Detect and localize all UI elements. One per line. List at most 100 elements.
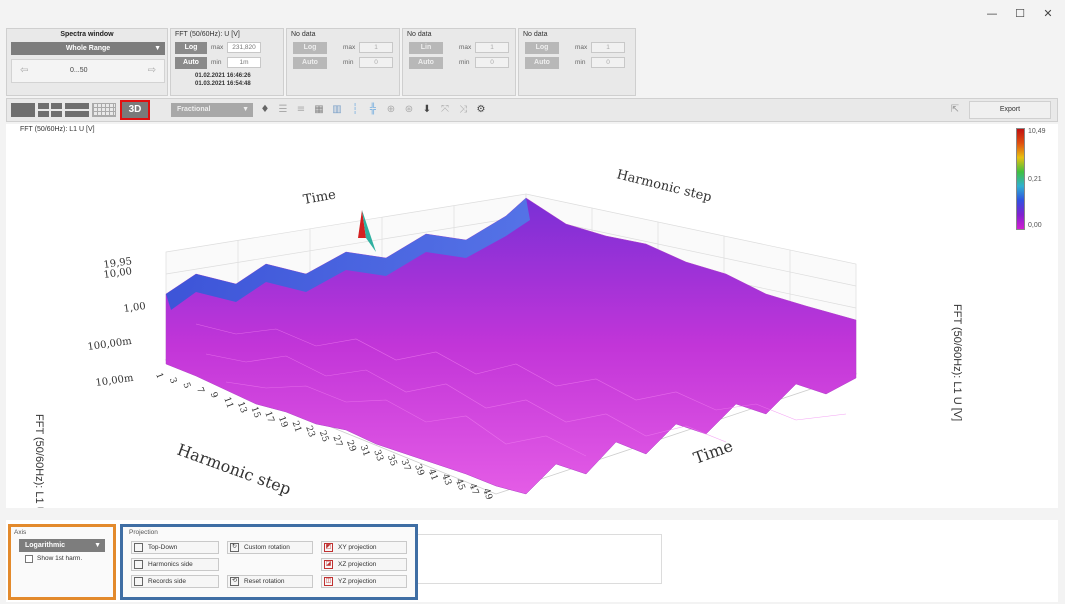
min-field[interactable]: 0 bbox=[475, 57, 509, 68]
log-button[interactable]: Log bbox=[525, 42, 559, 54]
fft-min-label: min bbox=[211, 59, 222, 66]
layout-grid-icon[interactable] bbox=[92, 103, 116, 117]
export-button[interactable]: Export bbox=[969, 101, 1051, 119]
fft-max-label: max bbox=[211, 44, 224, 51]
max-label: max bbox=[459, 44, 472, 51]
x-tick-label: 13 bbox=[235, 401, 248, 415]
x-tick-label: 21 bbox=[290, 420, 303, 434]
surface-plot-3d[interactable]: Time Harmonic step Harmonic step Time FF… bbox=[6, 124, 1058, 508]
z-tick-label: 10,00m bbox=[95, 373, 135, 389]
yz-projection-button[interactable]: ◫ YZ projection bbox=[321, 575, 407, 588]
reset-icon: ⟲ bbox=[230, 577, 239, 586]
x-tick-label: 45 bbox=[453, 478, 466, 492]
fft-log-button[interactable]: Log bbox=[175, 42, 207, 54]
list-icon[interactable]: ☰ bbox=[277, 104, 289, 116]
xz-projection-label: XZ projection bbox=[338, 561, 377, 568]
pin-icon[interactable]: ♦ bbox=[259, 104, 271, 116]
harmonics-side-icon bbox=[134, 560, 143, 569]
layout-single-icon[interactable] bbox=[11, 103, 35, 117]
harmonics-side-button[interactable]: Harmonics side bbox=[131, 558, 219, 571]
x-tick-label: 15 bbox=[249, 405, 262, 419]
table-icon[interactable]: ▦ bbox=[313, 104, 325, 116]
x-tick-label: 5 bbox=[180, 381, 191, 390]
fft-min-field[interactable]: 1m bbox=[227, 57, 261, 68]
dual-cursor-icon[interactable]: ╬ bbox=[367, 104, 379, 116]
auto-button[interactable]: Auto bbox=[293, 57, 327, 69]
layout-split-icon[interactable] bbox=[65, 103, 89, 117]
marker-2-icon[interactable]: ⊛ bbox=[403, 104, 415, 116]
bottom-panel: Axis Logarithmic ▼ Show 1st harm. Projec… bbox=[6, 520, 1058, 602]
export-icon[interactable]: ⇱ bbox=[949, 104, 961, 116]
gear-icon[interactable]: ⚙ bbox=[475, 104, 487, 116]
zoom-in-icon[interactable]: ⤧ bbox=[439, 104, 451, 116]
marker-icon[interactable]: ⊕ bbox=[385, 104, 397, 116]
range-select[interactable]: Whole Range ▼ bbox=[11, 42, 165, 55]
min-label: min bbox=[575, 59, 586, 66]
records-side-icon bbox=[134, 577, 143, 586]
xz-projection-button[interactable]: ◪ XZ projection bbox=[321, 558, 407, 571]
lines-icon[interactable]: ≡ bbox=[295, 104, 307, 116]
axis-panel: Axis Logarithmic ▼ Show 1st harm. bbox=[8, 524, 116, 600]
axis-title-time-back: Time bbox=[302, 187, 337, 208]
view-select[interactable]: Fractional ▼ bbox=[171, 103, 253, 117]
harmonics-side-label: Harmonics side bbox=[148, 561, 193, 568]
yz-projection-icon: ◫ bbox=[324, 577, 333, 586]
max-field[interactable]: 1 bbox=[591, 42, 625, 53]
x-tick-label: 23 bbox=[303, 425, 316, 439]
arrow-down-icon[interactable]: ⬇ bbox=[421, 104, 433, 116]
no-data-title: No data bbox=[291, 31, 316, 38]
x-tick-label: 39 bbox=[412, 463, 425, 477]
max-field[interactable]: 1 bbox=[359, 42, 393, 53]
reset-rotation-button[interactable]: ⟲ Reset rotation bbox=[227, 575, 313, 588]
x-tick-label: 49 bbox=[480, 487, 493, 501]
auto-button[interactable]: Auto bbox=[409, 57, 443, 69]
chart-area: FFT (50/60Hz): L1 U [V] 10,49 0,21 0,00 bbox=[6, 124, 1058, 508]
no-data-panel-2: No data Lin max 1 Auto min 0 bbox=[402, 28, 516, 96]
min-field[interactable]: 0 bbox=[359, 57, 393, 68]
max-field[interactable]: 1 bbox=[475, 42, 509, 53]
chart-toolbar: 3D Fractional ▼ ♦ ☰ ≡ ▦ ▥ ┆ ╬ ⊕ ⊛ ⬇ ⤧ ⤨ … bbox=[6, 98, 1058, 122]
axis-title-time-front: Time bbox=[691, 436, 735, 468]
top-down-icon bbox=[134, 543, 143, 552]
show-first-harm-checkbox[interactable] bbox=[25, 555, 33, 563]
x-tick-label: 27 bbox=[330, 434, 343, 448]
arrow-right-icon[interactable]: ⇨ bbox=[148, 65, 156, 76]
z-axis-label-left: FFT (50/60Hz): L1 U [V] bbox=[33, 414, 45, 508]
zoom-out-icon[interactable]: ⤨ bbox=[457, 104, 469, 116]
fft-axis-panel: FFT (50/60Hz): U [V] Log max 231,820 Aut… bbox=[170, 28, 284, 96]
log-button[interactable]: Log bbox=[293, 42, 327, 54]
minimize-button[interactable]: — bbox=[978, 4, 1006, 24]
cursor-icon[interactable]: ┆ bbox=[349, 104, 361, 116]
top-down-button[interactable]: Top-Down bbox=[131, 541, 219, 554]
scale-select[interactable]: Logarithmic ▼ bbox=[19, 539, 105, 552]
custom-rotation-button[interactable]: ↻ Custom rotation bbox=[227, 541, 313, 554]
close-button[interactable]: ✕ bbox=[1034, 4, 1062, 24]
fft-auto-button[interactable]: Auto bbox=[175, 57, 207, 69]
3d-mode-button[interactable]: 3D bbox=[120, 100, 150, 120]
arrow-left-icon[interactable]: ⇦ bbox=[20, 65, 28, 76]
chevron-down-icon: ▼ bbox=[94, 542, 101, 549]
rotation-icon: ↻ bbox=[230, 543, 239, 552]
bar-chart-icon[interactable]: ▥ bbox=[331, 104, 343, 116]
records-side-button[interactable]: Records side bbox=[131, 575, 219, 588]
maximize-button[interactable]: ☐ bbox=[1006, 4, 1034, 24]
fft-max-field[interactable]: 231,820 bbox=[227, 42, 261, 53]
auto-button[interactable]: Auto bbox=[525, 57, 559, 69]
x-tick-label: 1 bbox=[153, 372, 164, 381]
x-tick-label: 31 bbox=[358, 444, 371, 458]
layout-quad-icon[interactable] bbox=[38, 103, 62, 117]
no-data-title: No data bbox=[523, 31, 548, 38]
projection-panel-extension bbox=[418, 534, 662, 584]
reset-rotation-label: Reset rotation bbox=[244, 578, 285, 585]
x-tick-label: 33 bbox=[371, 449, 384, 463]
z-axis-label-right: FFT (50/60Hz): L1 U [V] bbox=[951, 304, 963, 421]
xy-projection-label: XY projection bbox=[338, 544, 377, 551]
x-tick-label: 47 bbox=[467, 482, 480, 496]
xy-projection-button[interactable]: ◩ XY projection bbox=[321, 541, 407, 554]
scale-select-label: Logarithmic bbox=[25, 542, 66, 549]
x-tick-label: 7 bbox=[194, 386, 205, 395]
x-tick-label: 3 bbox=[167, 376, 178, 385]
lin-button[interactable]: Lin bbox=[409, 42, 443, 54]
min-field[interactable]: 0 bbox=[591, 57, 625, 68]
z-tick-label: 100,00m bbox=[87, 336, 133, 353]
